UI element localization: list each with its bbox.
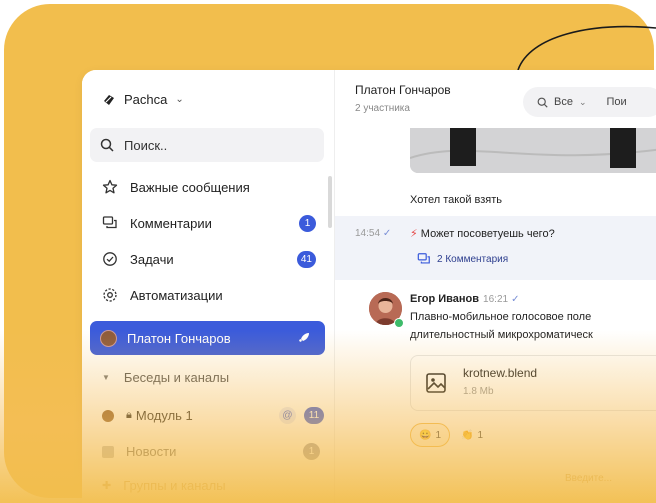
- search-in-chat[interactable]: Пои: [607, 96, 627, 108]
- tasks-icon: [103, 252, 117, 266]
- reaction-button[interactable]: 😀 1: [410, 423, 451, 447]
- active-chat-name: Платон Гончаров: [127, 330, 231, 346]
- workspace-switcher[interactable]: Pachca ⌄: [102, 92, 184, 107]
- chat-panel: Платон Гончаров 2 участника Все ⌄ Пои Хо…: [335, 70, 656, 503]
- star-icon: [102, 179, 118, 194]
- sidebar-item-important[interactable]: Важные сообщения: [90, 170, 324, 204]
- image-file-icon: [426, 373, 446, 393]
- sidebar-chat-active[interactable]: Платон Гончаров: [90, 321, 325, 355]
- message-line: Плавно-мобильное голосовое поле: [410, 311, 592, 323]
- channel-name: Группы и каналы: [123, 478, 226, 493]
- section-title: Беседы и каналы: [123, 370, 230, 385]
- sidebar-item-tasks[interactable]: Задачи 41: [90, 242, 324, 276]
- workspace-name: Pachca: [124, 92, 168, 107]
- message-highlighted[interactable]: [335, 216, 656, 280]
- channel-name: Новости: [126, 444, 177, 459]
- chat-title: Платон Гончаров: [355, 83, 451, 97]
- triangle-down-icon: ▼: [102, 373, 110, 382]
- channel-avatar-icon: [102, 409, 114, 422]
- channel-name: Модуль 1: [135, 408, 193, 423]
- message-time: 14:54 ✓: [355, 228, 392, 239]
- search-icon: [100, 138, 114, 152]
- unread-badge: 1: [303, 443, 320, 460]
- message-text: ⚡︎ Может посоветуешь чего?: [410, 228, 555, 240]
- filter-label: Все: [554, 96, 573, 108]
- file-size: 1.8 Mb: [463, 386, 494, 397]
- news-icon: [102, 445, 114, 458]
- search-placeholder: Поиск..: [124, 137, 168, 153]
- sidebar-item-automations[interactable]: Автоматизации: [90, 278, 324, 312]
- comments-icon: [102, 216, 117, 229]
- channel-item[interactable]: Новости 1: [102, 443, 324, 460]
- chevron-down-icon: ⌄: [578, 96, 587, 107]
- read-check-icon: ✓: [382, 228, 392, 239]
- comments-thread-link[interactable]: 2 Комментария: [417, 252, 508, 266]
- section-toggle-chats[interactable]: ▼ Беседы и каналы: [102, 370, 229, 385]
- comments-badge: 1: [299, 215, 316, 232]
- lock-icon: 🔒︎: [126, 409, 132, 421]
- avatar: [100, 329, 117, 347]
- message-text: Хотел такой взять: [410, 194, 503, 206]
- comments-icon: [417, 253, 430, 264]
- sidebar-item-label: Автоматизации: [130, 287, 223, 303]
- channel-item[interactable]: ✚ Группы и каналы: [102, 478, 324, 493]
- sidebar: Pachca ⌄ Поиск.. Важные сообщения Коммен…: [82, 70, 335, 503]
- chevron-down-icon: ⌄: [175, 94, 184, 105]
- smile-emoji-icon: 😀: [419, 429, 432, 441]
- reaction-count: 1: [435, 429, 442, 441]
- rocket-icon: [299, 333, 309, 342]
- chat-members-count: 2 участника: [355, 103, 410, 114]
- reaction-count: 1: [477, 429, 484, 441]
- sidebar-item-label: Задачи: [130, 251, 174, 267]
- clap-emoji-icon: 👏: [461, 429, 474, 441]
- sidebar-item-label: Важные сообщения: [130, 179, 250, 195]
- message-author: Егор Иванов 16:21 ✓: [410, 293, 520, 305]
- search-icon: [537, 97, 548, 108]
- chat-filter[interactable]: Все ⌄ Пои: [523, 87, 656, 117]
- message-input-hint[interactable]: Введите...: [565, 473, 612, 484]
- tasks-badge: 41: [296, 251, 316, 268]
- search-input[interactable]: Поиск..: [90, 128, 324, 162]
- file-name: krotnew.blend: [463, 366, 538, 380]
- photo-content: [410, 128, 656, 173]
- online-status-dot: [394, 318, 404, 328]
- message-line: длительностный микрохроматическ: [410, 329, 593, 341]
- sidebar-item-comments[interactable]: Комментарии 1: [90, 206, 324, 240]
- reaction-button[interactable]: 👏 1: [453, 423, 491, 447]
- automation-icon: [103, 288, 117, 302]
- sidebar-scrollbar[interactable]: [328, 176, 332, 228]
- mention-badge: @: [279, 407, 296, 424]
- message-image[interactable]: [410, 128, 656, 173]
- add-icon: ✚: [102, 480, 112, 492]
- app-window: Pachca ⌄ Поиск.. Важные сообщения Коммен…: [82, 70, 656, 503]
- channel-item[interactable]: 🔒︎ Модуль 1 @ 11: [102, 407, 324, 424]
- pachca-logo-icon: [104, 94, 114, 105]
- unread-badge: 11: [304, 407, 324, 424]
- file-attachment[interactable]: krotnew.blend 1.8 Mb: [410, 355, 656, 411]
- bolt-icon: ⚡︎: [410, 228, 418, 240]
- sidebar-item-label: Комментарии: [130, 215, 212, 231]
- read-check-icon: ✓: [511, 294, 520, 305]
